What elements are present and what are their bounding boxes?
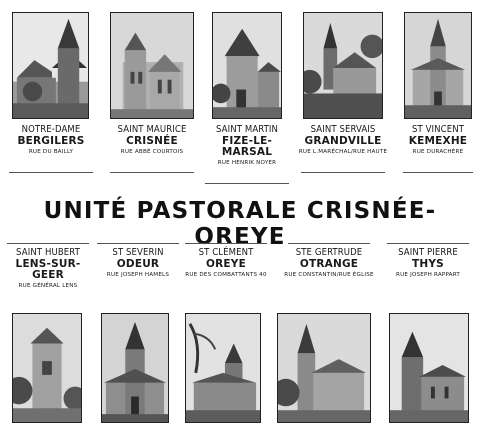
caption-divider bbox=[110, 171, 194, 173]
parish-place: THYS bbox=[412, 257, 444, 270]
caption-divider bbox=[205, 182, 289, 184]
caption-fize-le-marsal: SAINT MARTIN FIZE-LE-MARSAL RUE HENRIK N… bbox=[199, 125, 295, 184]
caption-divider bbox=[7, 243, 89, 244]
caption-lens-sur-geer: SAINT HUBERT LENS-SUR-GEER RUE GÉNÉRAL L… bbox=[0, 243, 96, 290]
saint-name: SAINT HUBERT bbox=[16, 247, 80, 258]
church-photo-grandville bbox=[303, 12, 383, 119]
parish-street: RUE DES COMBATTANTS 40 bbox=[185, 271, 267, 278]
saint-name: NOTRE-DAME bbox=[21, 124, 81, 135]
church-photo-odeur bbox=[101, 313, 169, 423]
caption-bergilers: NOTRE-DAME BERGILERS RUE DU BAILLY bbox=[2, 125, 100, 173]
caption-oreye: ST CLÉMENT OREYE RUE DES COMBATTANTS 40 bbox=[176, 243, 276, 279]
parish-street: RUE JOSEPH HAMELS bbox=[106, 271, 170, 278]
parish-street: RUE DURACHÈRE bbox=[412, 148, 464, 155]
caption-divider bbox=[387, 243, 469, 244]
saint-name: ST VINCENT bbox=[411, 124, 465, 135]
saint-name: SAINT MAURICE bbox=[117, 124, 187, 135]
caption-odeur: ST SEVERIN ODEUR RUE JOSEPH HAMELS bbox=[90, 243, 186, 279]
church-photo-oreye bbox=[185, 313, 261, 423]
church-photo-otrange bbox=[277, 313, 371, 423]
parish-place: CRISNÉE bbox=[126, 134, 178, 147]
parish-street: RUE DU BAILLY bbox=[28, 148, 74, 155]
church-photo-bergilers bbox=[12, 12, 89, 119]
parish-place: BERGILERS bbox=[17, 134, 85, 147]
parish-street: RUE CONSTANTIN/RUE ÉGLISE bbox=[284, 271, 374, 278]
saint-name: SAINT MARTIN bbox=[215, 124, 279, 135]
parish-street: RUE L.MARÉCHAL/RUE HAUTE bbox=[298, 148, 388, 155]
caption-thys: SAINT PIERRE THYS RUE JOSEPH RAPPART bbox=[378, 243, 478, 279]
parish-place: GRANDVILLE bbox=[304, 134, 382, 147]
parish-street: RUE HENRIK NOYER bbox=[217, 160, 277, 166]
saint-name: ST CLÉMENT bbox=[198, 247, 254, 258]
saint-name: ST SEVERIN bbox=[112, 247, 164, 258]
caption-otrange: STE GERTRUDE OTRANGE RUE CONSTANTIN/RUE … bbox=[277, 243, 381, 279]
caption-divider bbox=[185, 243, 267, 244]
saint-name: SAINT PIERRE bbox=[398, 247, 458, 258]
caption-grandville: SAINT SERVAIS GRANDVILLE RUE L.MARÉCHAL/… bbox=[294, 125, 392, 173]
caption-kemexhe: ST VINCENT KEMEXHE RUE DURACHÈRE bbox=[396, 125, 480, 173]
parish-place: ODEUR bbox=[116, 257, 160, 270]
caption-divider bbox=[288, 243, 370, 244]
parish-place: FIZE-LE-MARSAL bbox=[221, 134, 273, 158]
caption-divider bbox=[97, 243, 179, 244]
parish-place: OREYE bbox=[206, 257, 246, 270]
church-photo-kemexhe bbox=[404, 12, 472, 119]
church-photo-lens-sur-geer bbox=[12, 313, 82, 423]
church-photo-thys bbox=[389, 313, 469, 423]
caption-divider bbox=[403, 171, 473, 173]
caption-divider bbox=[301, 171, 385, 173]
parish-place: OTRANGE bbox=[299, 257, 359, 270]
caption-divider bbox=[9, 171, 93, 173]
church-photo-fize-le-marsal bbox=[212, 12, 282, 119]
parish-place: LENS-SUR-GEER bbox=[15, 257, 81, 281]
parish-street: RUE ABBÉ COURTOIS bbox=[120, 148, 184, 155]
parish-street: RUE JOSEPH RAPPART bbox=[396, 271, 460, 278]
parish-place: KEMEXHE bbox=[408, 134, 468, 147]
saint-name: STE GERTRUDE bbox=[295, 247, 363, 258]
saint-name: SAINT SERVAIS bbox=[310, 124, 376, 135]
church-photo-crisnee bbox=[110, 12, 194, 119]
parish-street: RUE GÉNÉRAL LENS bbox=[18, 283, 78, 289]
caption-crisnee: SAINT MAURICE CRISNÉE RUE ABBÉ COURTOIS bbox=[104, 125, 200, 173]
